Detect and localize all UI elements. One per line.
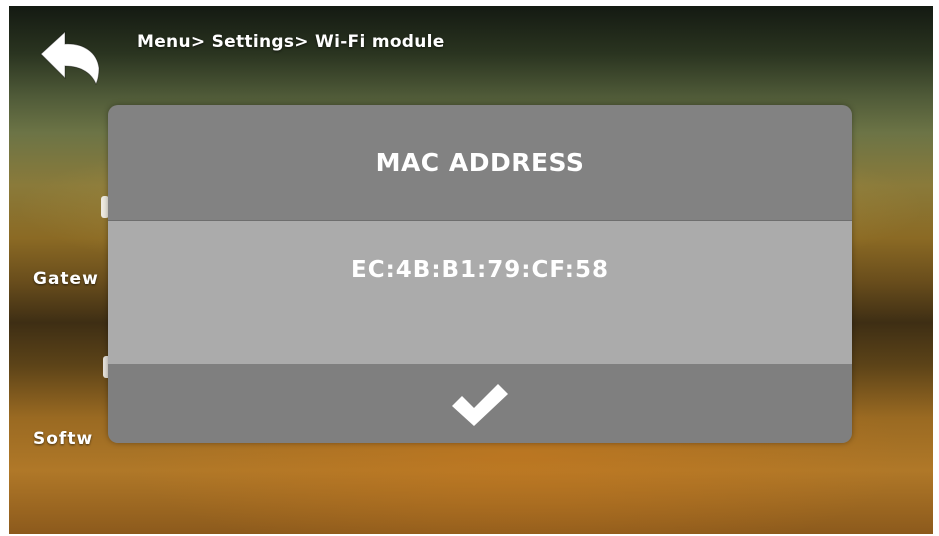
dialog-body: EC:4B:B1:79:CF:58 [108, 221, 852, 364]
back-button[interactable] [35, 24, 107, 88]
menu-item-software-update[interactable]: Softw [33, 429, 93, 449]
mac-address-value: EC:4B:B1:79:CF:58 [351, 257, 609, 283]
device-screen: Menu> Settings> Wi-Fi module Gatew rsion… [9, 6, 933, 534]
menu-item-gateway[interactable]: Gatew [33, 269, 99, 289]
checkmark-icon [448, 378, 512, 430]
dialog-title: MAC ADDRESS [375, 148, 585, 177]
confirm-button[interactable] [108, 364, 852, 443]
breadcrumb: Menu> Settings> Wi-Fi module [137, 32, 445, 52]
back-arrow-icon [35, 24, 107, 88]
dialog-header: MAC ADDRESS [108, 105, 852, 221]
mac-address-dialog: MAC ADDRESS EC:4B:B1:79:CF:58 [108, 105, 852, 443]
